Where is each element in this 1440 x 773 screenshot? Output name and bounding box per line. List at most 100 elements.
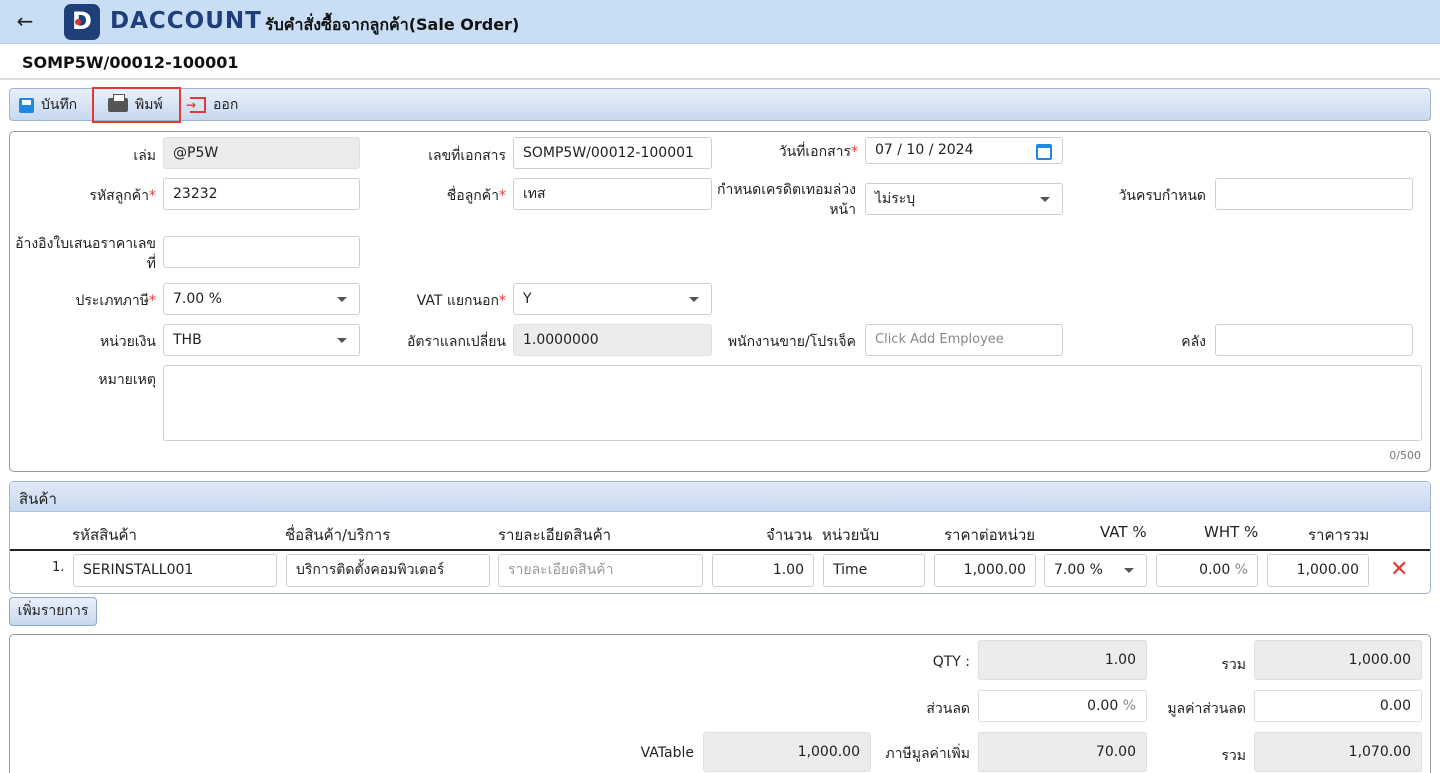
document-number-bar: SOMP5W/00012-100001 [0, 44, 1440, 80]
delete-row-close-icon[interactable]: ✕ [1390, 559, 1408, 581]
customer-name-field[interactable]: เทส [513, 178, 712, 210]
discount-label: ส่วนลด [926, 701, 970, 717]
employee-field[interactable]: Click Add Employee [865, 324, 1063, 356]
currency-label: หน่วยเงิน [99, 334, 156, 350]
logo-icon: D [64, 4, 100, 40]
col-header-qty: จำนวน [766, 526, 813, 544]
vatable-label: VATable [640, 745, 694, 761]
col-header-code: รหัสสินค้า [72, 526, 137, 544]
vat-separate-select[interactable]: Y [513, 283, 712, 315]
row-wht-value: 0.00 [1199, 562, 1231, 578]
credit-term-label-line2: หน้า [829, 202, 856, 218]
vat-amount-field: 70.00 [978, 732, 1147, 772]
warehouse-field[interactable] [1215, 324, 1413, 356]
subtotal-field: 1,000.00 [1254, 640, 1422, 680]
chevron-down-icon [337, 338, 347, 343]
row-name-field[interactable]: บริการติดตั้งคอมพิวเตอร์ [286, 554, 490, 587]
chevron-down-icon [1040, 197, 1050, 202]
floppy-disk-icon [19, 97, 34, 113]
vat-amount-label: ภาษีมูลค่าเพิ่ม [885, 746, 970, 762]
row-total-field: 1,000.00 [1267, 554, 1369, 587]
row-detail-field[interactable]: รายละเอียดสินค้า [498, 554, 703, 587]
discount-field[interactable]: 0.00 % [978, 690, 1147, 722]
quote-ref-label: อ้างอิงใบเสนอราคาเลข ที่ [10, 234, 156, 274]
book-field: @P5W [163, 137, 360, 169]
tax-type-label: ประเภทภาษี* [75, 293, 157, 309]
table-header-divider [10, 549, 1430, 551]
col-header-detail: รายละเอียดสินค้า [498, 526, 612, 544]
row-wht-field[interactable]: 0.00 % [1156, 554, 1258, 587]
due-date-label: วันครบกำหนด [1118, 188, 1206, 204]
save-label: บันทึก [41, 97, 78, 113]
calendar-icon[interactable] [1036, 144, 1052, 160]
remark-char-counter: 0/500 [1389, 449, 1421, 462]
row-qty-field[interactable]: 1.00 [712, 554, 814, 587]
currency-select[interactable]: THB [163, 324, 360, 356]
row-unit-field[interactable]: Time [823, 554, 925, 587]
docdate-value: 07 / 10 / 2024 [875, 142, 974, 158]
exchange-rate-field: 1.0000000 [513, 324, 712, 356]
row-vat-select[interactable]: 7.00 % [1044, 554, 1147, 587]
warehouse-label: คลัง [1181, 334, 1206, 350]
row-wht-unit: % [1234, 562, 1248, 578]
credit-term-value: ไม่ระบุ [875, 191, 916, 207]
app-header: ← D DACCOUNT รับคำสั่งซื้อจากลูกค้า(Sale… [0, 0, 1440, 44]
qty-total-label: QTY : [932, 654, 970, 670]
document-form: เล่ม @P5W เลขที่เอกสาร SOMP5W/00012-1000… [9, 131, 1431, 472]
customer-name-label: ชื่อลูกค้า* [446, 188, 506, 204]
col-header-total: ราคารวม [1308, 526, 1370, 544]
book-label: เล่ม [133, 148, 156, 164]
chevron-down-icon [1124, 568, 1134, 573]
credit-term-select[interactable]: ไม่ระบุ [865, 183, 1063, 215]
col-header-price: ราคาต่อหน่วย [944, 526, 1036, 544]
products-panel: สินค้า รหัสสินค้า ชื่อสินค้า/บริการ รายล… [9, 481, 1431, 594]
docno-label: เลขที่เอกสาร [428, 148, 506, 164]
vatable-field: 1,000.00 [703, 732, 871, 772]
due-date-field[interactable] [1215, 178, 1413, 210]
quote-ref-label-line1: อ้างอิงใบเสนอราคาเลข [15, 236, 156, 252]
remark-textarea[interactable] [163, 365, 1422, 441]
credit-term-label: กำหนดเครดิตเทอมล่วง หน้า [700, 180, 856, 220]
docdate-label: วันที่เอกสาร* [778, 144, 858, 160]
page-title: รับคำสั่งซื้อจากลูกค้า(Sale Order) [265, 15, 520, 34]
exchange-rate-label: อัตราแลกเปลี่ยน [407, 334, 506, 350]
discount-amount-field[interactable]: 0.00 [1254, 690, 1422, 722]
tax-type-value: 7.00 % [173, 291, 222, 307]
customer-code-field[interactable]: 23232 [163, 178, 360, 210]
vat-separate-value: Y [523, 291, 532, 307]
tax-type-select[interactable]: 7.00 % [163, 283, 360, 315]
products-title: สินค้า [19, 490, 57, 508]
exit-icon: → [186, 97, 206, 113]
save-button[interactable]: บันทึก [19, 93, 77, 117]
document-number: SOMP5W/00012-100001 [22, 53, 239, 72]
remark-label: หมายเหตุ [98, 372, 156, 388]
subtotal-label: รวม [1221, 657, 1246, 673]
quote-ref-field[interactable] [163, 236, 360, 268]
summary-panel: QTY : 1.00 รวม 1,000.00 ส่วนลด 0.00 % มู… [9, 634, 1431, 773]
grand-total-field: 1,070.00 [1254, 732, 1422, 772]
quote-ref-label-line2: ที่ [146, 256, 156, 272]
chevron-down-icon [337, 297, 347, 302]
row-code-field[interactable]: SERINSTALL001 [73, 554, 277, 587]
qty-total-field: 1.00 [978, 640, 1147, 680]
discount-unit: % [1122, 698, 1136, 714]
exit-button[interactable]: → ออก [186, 93, 239, 117]
col-header-vat: VAT % [1100, 523, 1147, 541]
col-header-unit: หน่วยนับ [822, 526, 880, 544]
print-highlight-box [92, 87, 181, 123]
docdate-field[interactable]: 07 / 10 / 2024 [865, 137, 1063, 164]
add-item-button[interactable]: เพิ่มรายการ [9, 597, 97, 626]
credit-term-label-line1: กำหนดเครดิตเทอมล่วง [716, 182, 856, 198]
currency-value: THB [173, 332, 202, 348]
employee-label: พนักงานขาย/โปรเจ็ค [727, 334, 856, 350]
row-vat-value: 7.00 % [1054, 562, 1103, 578]
exit-label: ออก [213, 97, 239, 113]
customer-code-label: รหัสลูกค้า* [89, 188, 156, 204]
back-arrow-icon[interactable]: ← [12, 8, 38, 34]
products-header: สินค้า [10, 482, 1430, 512]
docno-field[interactable]: SOMP5W/00012-100001 [513, 137, 712, 169]
row-price-field[interactable]: 1,000.00 [934, 554, 1036, 587]
vat-separate-label: VAT แยกนอก* [416, 293, 506, 309]
discount-value: 0.00 [1087, 698, 1119, 714]
brand-name: DACCOUNT [110, 8, 262, 34]
